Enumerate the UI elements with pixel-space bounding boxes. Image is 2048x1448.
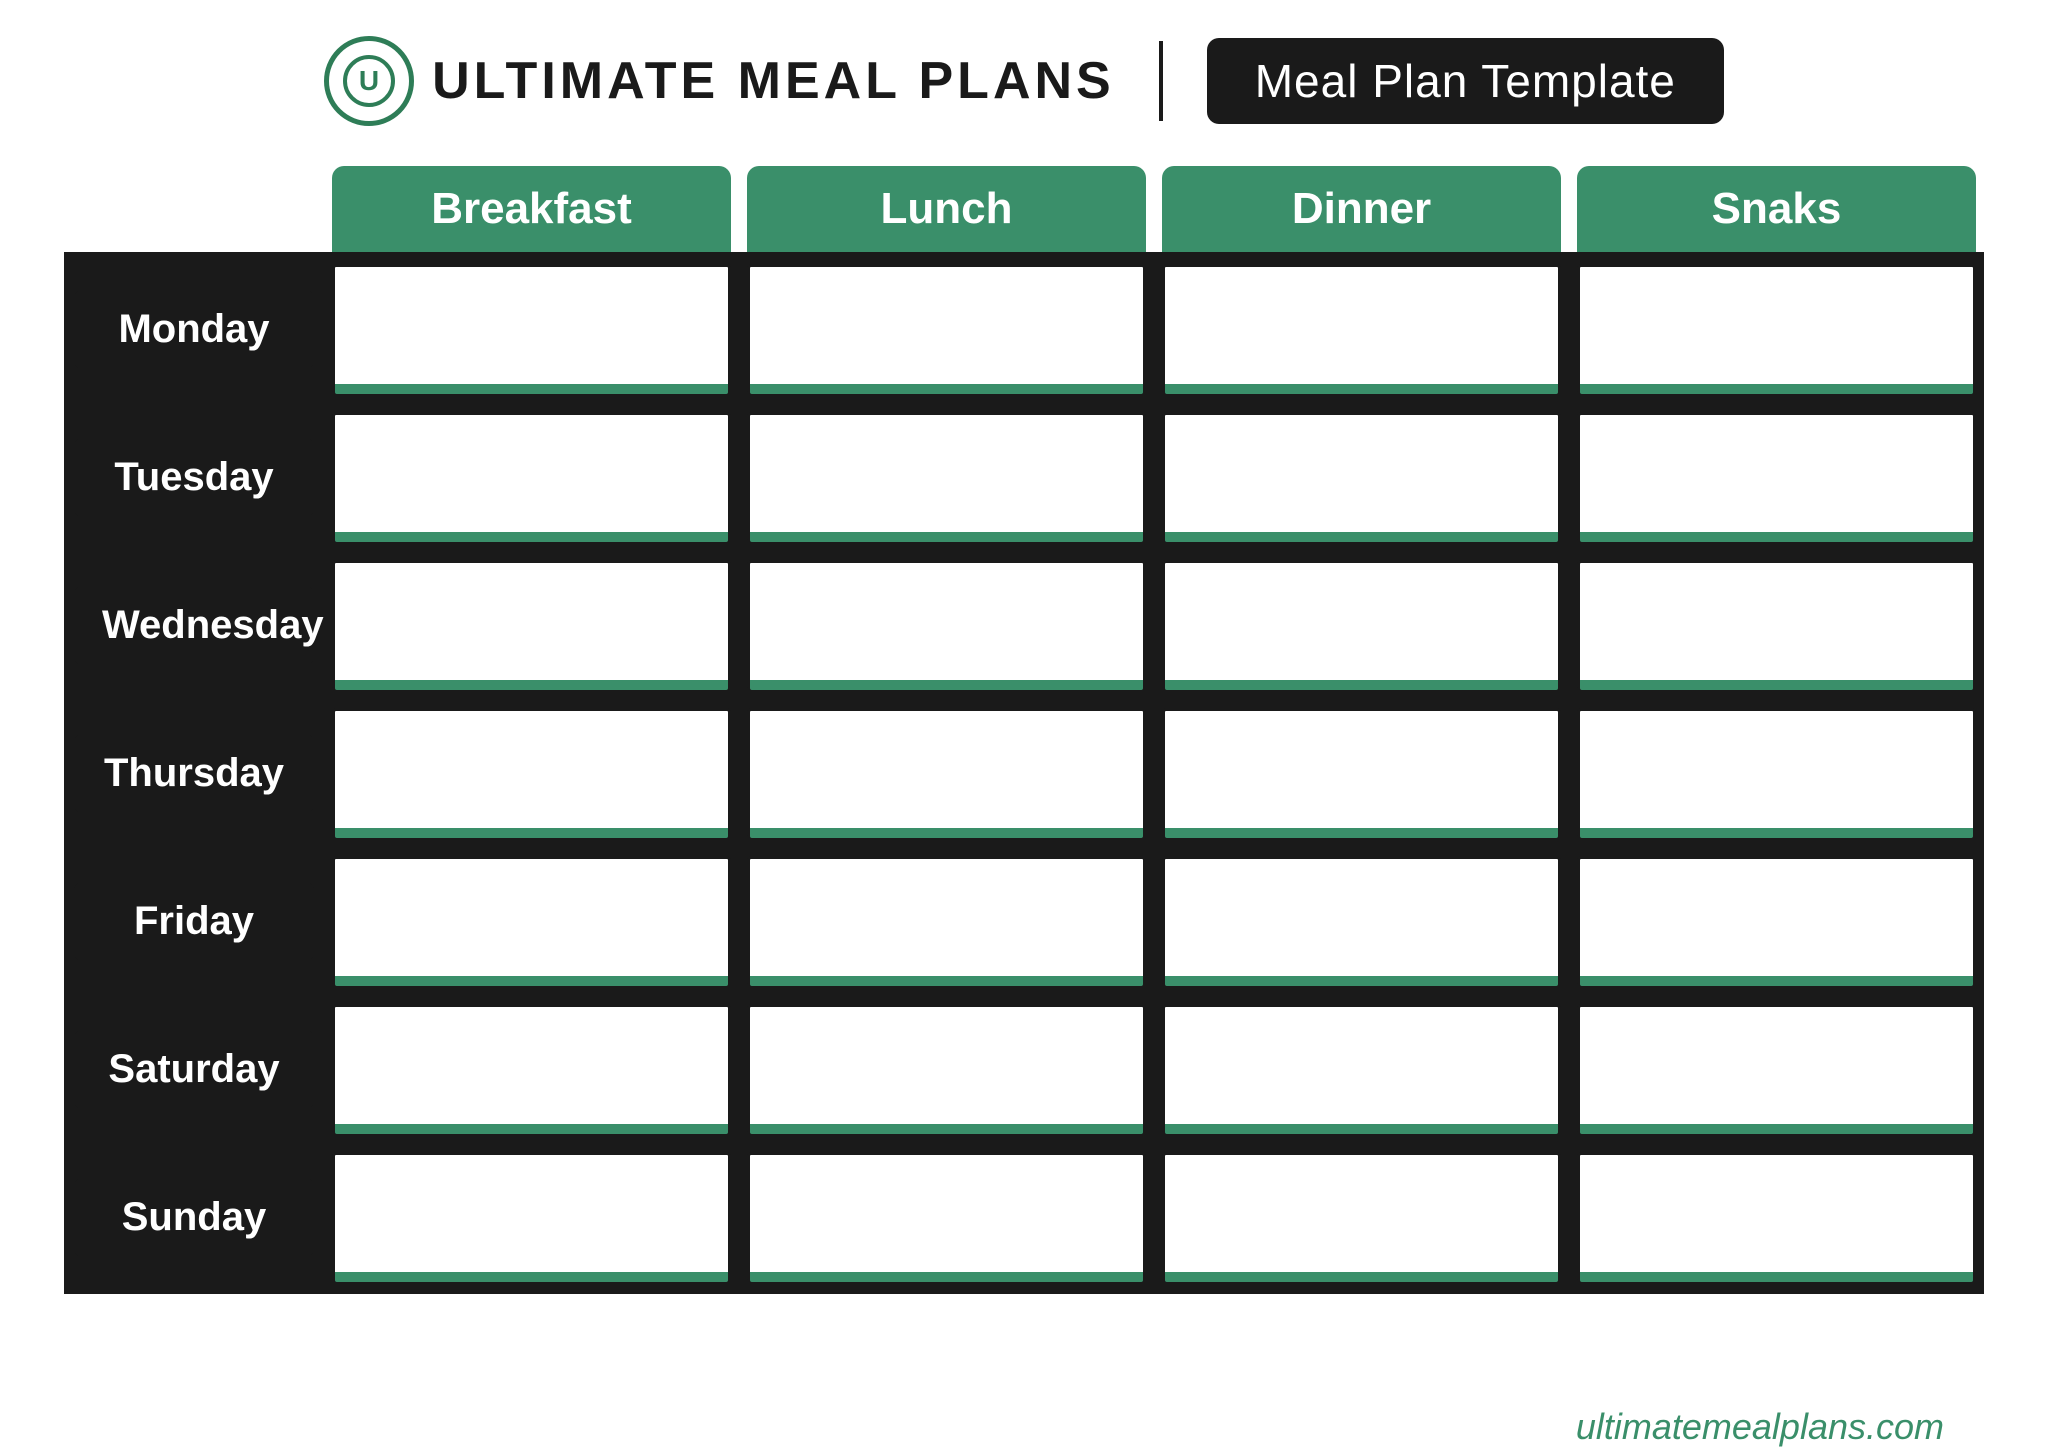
column-headers: Breakfast Lunch Dinner Snaks	[64, 166, 1984, 252]
meal-cell-friday-dinner[interactable]	[1162, 856, 1561, 986]
meal-cell-wednesday-dinner[interactable]	[1162, 560, 1561, 690]
day-label-thursday: Thursday	[74, 733, 314, 814]
meal-cell-monday-breakfast[interactable]	[332, 264, 731, 394]
row-friday: Friday	[64, 844, 1984, 992]
day-cell-friday: Friday	[64, 881, 324, 962]
row-saturday: Saturday	[64, 992, 1984, 1140]
meal-cell-sunday-lunch[interactable]	[747, 1152, 1146, 1282]
meal-cell-wednesday-snaks[interactable]	[1577, 560, 1976, 690]
meal-cell-friday-snaks[interactable]	[1577, 856, 1976, 986]
meal-cell-thursday-dinner[interactable]	[1162, 708, 1561, 838]
meal-cell-saturday-dinner[interactable]	[1162, 1004, 1561, 1134]
footer-url: ultimatemealplans.com	[1576, 1406, 1944, 1448]
brand-name: ULTIMATE MEAL PLANS	[432, 51, 1115, 111]
col-header-lunch: Lunch	[747, 166, 1146, 252]
day-label-saturday: Saturday	[74, 1029, 314, 1110]
meal-cell-sunday-dinner[interactable]	[1162, 1152, 1561, 1282]
logo-circle: U	[324, 36, 414, 126]
meal-cell-tuesday-lunch[interactable]	[747, 412, 1146, 542]
meal-cell-thursday-breakfast[interactable]	[332, 708, 731, 838]
row-monday: Monday	[64, 252, 1984, 400]
day-label-tuesday: Tuesday	[74, 437, 314, 518]
meal-cell-saturday-snaks[interactable]	[1577, 1004, 1976, 1134]
meal-cell-friday-lunch[interactable]	[747, 856, 1146, 986]
meal-cell-monday-snaks[interactable]	[1577, 264, 1976, 394]
meal-cell-friday-breakfast[interactable]	[332, 856, 731, 986]
svg-text:U: U	[359, 65, 379, 96]
logo-icon: U	[342, 54, 396, 108]
page-title: Meal Plan Template	[1207, 38, 1724, 124]
row-thursday: Thursday	[64, 696, 1984, 844]
meal-cell-sunday-breakfast[interactable]	[332, 1152, 731, 1282]
day-cell-monday: Monday	[64, 289, 324, 370]
meal-cell-saturday-lunch[interactable]	[747, 1004, 1146, 1134]
row-sunday: Sunday	[64, 1140, 1984, 1294]
meal-cell-saturday-breakfast[interactable]	[332, 1004, 731, 1134]
day-cell-sunday: Sunday	[64, 1177, 324, 1258]
meal-cell-monday-dinner[interactable]	[1162, 264, 1561, 394]
meal-cell-wednesday-lunch[interactable]	[747, 560, 1146, 690]
col-header-breakfast: Breakfast	[332, 166, 731, 252]
meal-cell-tuesday-dinner[interactable]	[1162, 412, 1561, 542]
meal-cell-thursday-snaks[interactable]	[1577, 708, 1976, 838]
row-wednesday: Wednesday	[64, 548, 1984, 696]
col-header-snaks: Snaks	[1577, 166, 1976, 252]
header-spacer	[64, 166, 324, 252]
row-tuesday: Tuesday	[64, 400, 1984, 548]
page-footer: ultimatemealplans.com	[64, 1386, 1984, 1448]
day-cell-saturday: Saturday	[64, 1029, 324, 1110]
col-header-dinner: Dinner	[1162, 166, 1561, 252]
meal-rows: Monday Tuesday Wednesday	[64, 252, 1984, 1294]
header-divider	[1159, 41, 1163, 121]
day-label-monday: Monday	[74, 289, 314, 370]
meal-cell-thursday-lunch[interactable]	[747, 708, 1146, 838]
meal-grid: Breakfast Lunch Dinner Snaks Monday Tues…	[64, 166, 1984, 1294]
logo-group: U ULTIMATE MEAL PLANS	[324, 36, 1115, 126]
day-label-wednesday: Wednesday	[74, 585, 314, 666]
day-cell-wednesday: Wednesday	[64, 585, 324, 666]
page-header: U ULTIMATE MEAL PLANS Meal Plan Template	[0, 0, 2048, 166]
meal-cell-sunday-snaks[interactable]	[1577, 1152, 1976, 1282]
meal-cell-tuesday-breakfast[interactable]	[332, 412, 731, 542]
meal-cell-tuesday-snaks[interactable]	[1577, 412, 1976, 542]
day-cell-tuesday: Tuesday	[64, 437, 324, 518]
day-cell-thursday: Thursday	[64, 733, 324, 814]
meal-cell-monday-lunch[interactable]	[747, 264, 1146, 394]
day-label-friday: Friday	[74, 881, 314, 962]
meal-cell-wednesday-breakfast[interactable]	[332, 560, 731, 690]
day-label-sunday: Sunday	[74, 1177, 314, 1258]
